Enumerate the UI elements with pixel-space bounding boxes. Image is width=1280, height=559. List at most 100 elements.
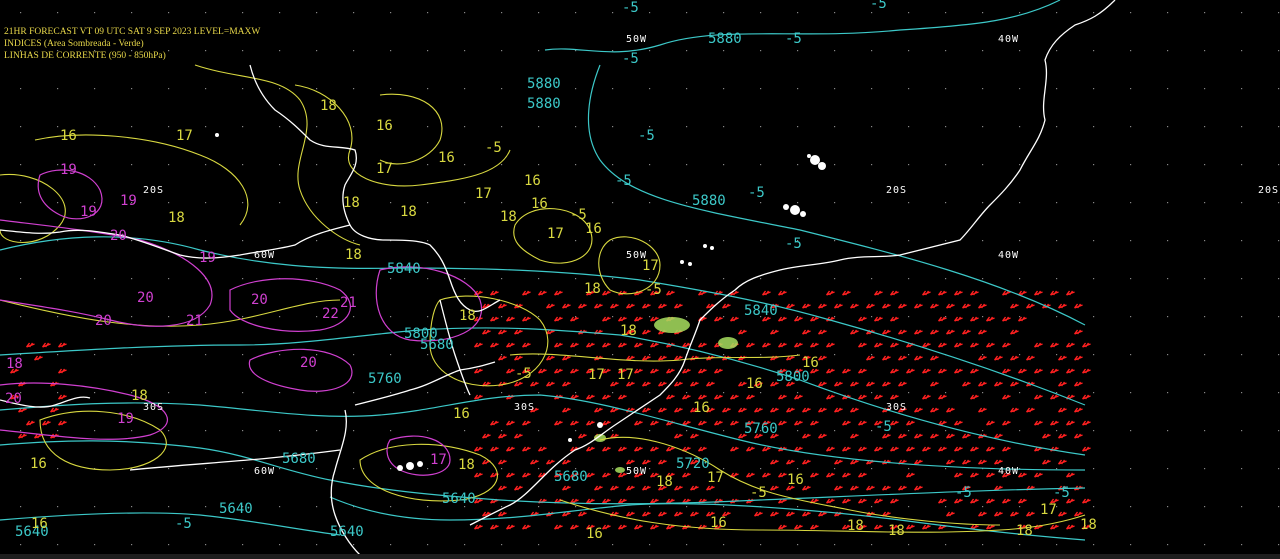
grid-dot: [871, 12, 873, 14]
grid-dot: [538, 12, 540, 14]
grid-dot: [1130, 430, 1132, 432]
contour-label: 20: [95, 313, 112, 329]
grid-dot: [1241, 164, 1243, 166]
grid-dot: [57, 240, 59, 242]
contour-label: 5680: [420, 337, 454, 353]
grid-dot: [427, 468, 429, 470]
grid-dot: [94, 278, 96, 280]
grid-dot: [1019, 392, 1021, 394]
grid-dot: [834, 88, 836, 90]
grid-dot: [760, 240, 762, 242]
grid-dot: [612, 164, 614, 166]
grid-dot: [57, 12, 59, 14]
grid-dot: [1167, 202, 1169, 204]
grid-dot: [464, 12, 466, 14]
grid-dot: [797, 12, 799, 14]
grid-dot: [94, 354, 96, 356]
header-line-3: LINHAS DE CORRENTE (950 - 850hPa): [4, 50, 166, 61]
grid-dot: [1204, 354, 1206, 356]
grid-dot: [464, 240, 466, 242]
grid-dot: [686, 202, 688, 204]
grid-dot: [1278, 468, 1280, 470]
grid-dot: [908, 126, 910, 128]
grid-dot: [1130, 468, 1132, 470]
contour-label: -5: [615, 173, 632, 189]
grid-dot: [1130, 88, 1132, 90]
grid-dot: [834, 544, 836, 546]
grid-dot: [982, 354, 984, 356]
grid-dot: [205, 544, 207, 546]
contour-label: 17: [642, 258, 659, 274]
grid-dot: [1056, 88, 1058, 90]
grid-dot: [723, 544, 725, 546]
grid-dot: [20, 88, 22, 90]
grid-dot: [94, 392, 96, 394]
grid-dot: [982, 240, 984, 242]
grid-dot: [57, 544, 59, 546]
grid-dot: [1130, 506, 1132, 508]
grid-dot: [20, 278, 22, 280]
grid-dot: [168, 430, 170, 432]
contour-label: 19: [199, 250, 216, 266]
grid-dot: [982, 202, 984, 204]
grid-dot: [982, 164, 984, 166]
grid-dot: [94, 126, 96, 128]
grid-dot: [205, 316, 207, 318]
grid-dot: [908, 354, 910, 356]
grid-dot: [575, 278, 577, 280]
grid-label: 40W: [998, 250, 1019, 261]
grid-dot: [464, 126, 466, 128]
contour-label: 17: [376, 161, 393, 177]
grid-dot: [501, 240, 503, 242]
grid-dot: [427, 240, 429, 242]
grid-dot: [390, 430, 392, 432]
grid-dot: [575, 392, 577, 394]
grid-dot: [427, 278, 429, 280]
grid-dot: [1093, 126, 1095, 128]
grid-dot: [1019, 544, 1021, 546]
grid-dot: [501, 88, 503, 90]
grid-dot: [945, 430, 947, 432]
contour-label: 18: [459, 308, 476, 324]
grid-dot: [1204, 278, 1206, 280]
grid-dot: [723, 88, 725, 90]
grid-dot: [1019, 202, 1021, 204]
grid-dot: [168, 506, 170, 508]
grid-dot: [316, 240, 318, 242]
grid-dot: [834, 316, 836, 318]
contour-label: 16: [31, 516, 48, 532]
grid-dot: [1019, 354, 1021, 356]
contour-label: 16: [693, 400, 710, 416]
grid-dot: [649, 506, 651, 508]
grid-dot: [131, 278, 133, 280]
grid-dot: [1241, 240, 1243, 242]
grid-label: 20S: [143, 185, 164, 196]
grid-dot: [834, 240, 836, 242]
grid-dot: [1019, 430, 1021, 432]
grid-dot: [908, 88, 910, 90]
grid-dot: [20, 240, 22, 242]
grid-dot: [353, 240, 355, 242]
contour-label: 16: [710, 515, 727, 531]
grid-dot: [353, 50, 355, 52]
grid-dot: [908, 392, 910, 394]
grid-dot: [908, 468, 910, 470]
grid-dot: [686, 50, 688, 52]
grid-dot: [612, 202, 614, 204]
grid-dot: [797, 544, 799, 546]
grid-dot: [1130, 12, 1132, 14]
grid-dot: [1204, 12, 1206, 14]
grid-dot: [1278, 316, 1280, 318]
grid-dot: [538, 316, 540, 318]
contour-label: 16: [30, 456, 47, 472]
grid-dot: [649, 354, 651, 356]
grid-dot: [538, 544, 540, 546]
grid-dot: [390, 354, 392, 356]
grid-dot: [945, 240, 947, 242]
grid-dot: [1093, 316, 1095, 318]
grid-dot: [760, 354, 762, 356]
grid-dot: [538, 506, 540, 508]
grid-dot: [1019, 240, 1021, 242]
grid-label: 60W: [254, 466, 275, 477]
grid-dot: [797, 430, 799, 432]
